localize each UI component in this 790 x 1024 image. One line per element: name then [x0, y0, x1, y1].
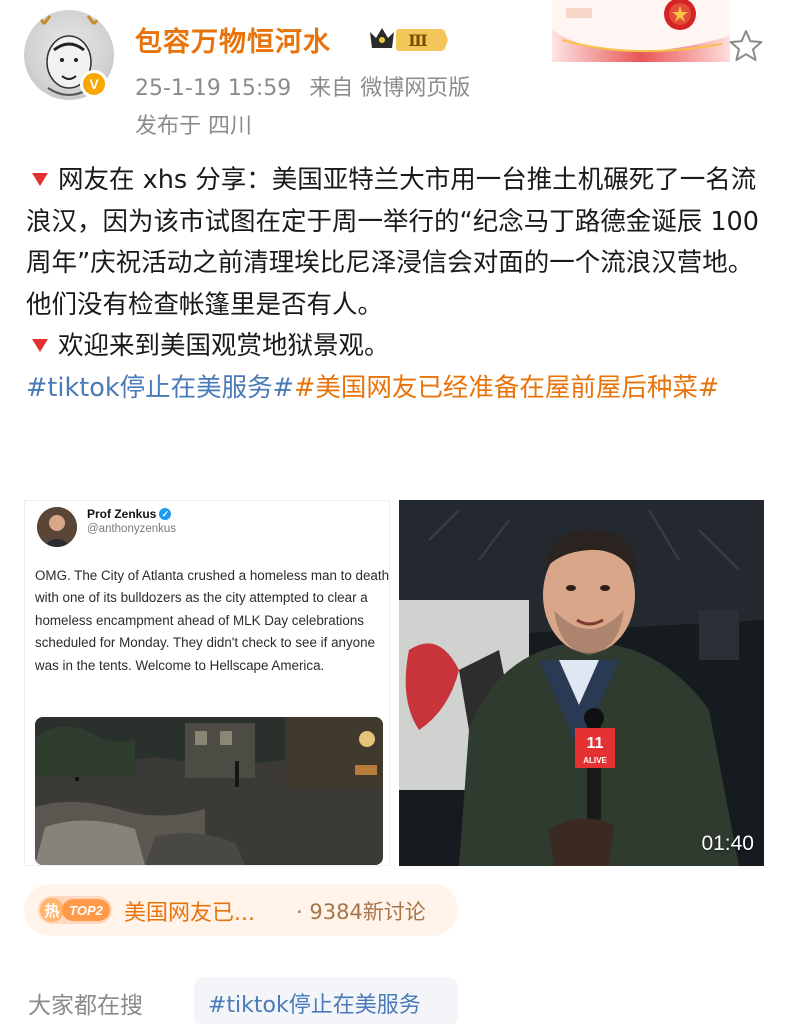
- tweet-text: OMG. The City of Atlanta crushed a homel…: [35, 568, 390, 673]
- author-name[interactable]: 包容万物恒河水: [135, 20, 331, 59]
- tweet-author-name: Prof Zenkus ✓: [87, 507, 172, 521]
- red-triangle-bullet-icon: [32, 339, 48, 352]
- post-timestamp: 25-1-19 15:59: [135, 76, 292, 101]
- hot-topic-pill[interactable]: 热 TOP2 美国网友已... · 9384新讨论: [24, 884, 458, 936]
- rank-label: TOP2: [69, 903, 103, 918]
- verified-check-icon: ✓: [159, 508, 172, 520]
- hashtag-link-garden[interactable]: #美国网友已经准备在屋前屋后种菜#: [294, 373, 719, 403]
- post-source: 来自 微博网页版: [309, 76, 471, 101]
- news-video-thumbnail[interactable]: 11 ALIVE 01:40: [399, 500, 764, 866]
- red-triangle-bullet-icon: [32, 173, 48, 186]
- tweet-handle: @anthonyzenkus: [87, 523, 177, 535]
- trending-search-chip[interactable]: #tiktok停止在美服务: [194, 977, 458, 1024]
- level-crown-icon: Ⅲ: [370, 28, 448, 51]
- post-paragraph-1: 网友在 xhs 分享：美国亚特兰大市用一台推土机碾死了一名流浪汉，因为该市试图在…: [26, 165, 759, 320]
- post-paragraph-2: 欢迎来到美国观赏地狱景观。: [58, 331, 390, 361]
- decorative-banner-icon: [552, 0, 730, 62]
- hot-topic-count: · 9384新讨论: [296, 900, 426, 924]
- post-header: V 包容万物恒河水 Ⅲ 25-1-19 15:59 来自 微博网页版 发布于 四川: [0, 0, 790, 150]
- post-meta: 25-1-19 15:59 来自 微博网页版: [135, 70, 470, 102]
- hot-top-rank-icon: 热 TOP2: [38, 896, 112, 924]
- verified-badge: V: [80, 70, 108, 98]
- tweet-scene-photo: [35, 717, 383, 865]
- tweet-screenshot-image[interactable]: Prof Zenkus ✓ @anthonyzenkus OMG. The Cit…: [24, 500, 390, 866]
- mic-flag-label: ALIVE: [583, 756, 607, 765]
- hot-label: 热: [44, 902, 59, 920]
- mic-flag-logo: 11: [587, 735, 604, 752]
- reporter-scene-image: 11 ALIVE: [399, 500, 764, 866]
- tweet-avatar: [37, 507, 77, 547]
- trending-search-chip-label: #tiktok停止在美服务: [208, 993, 421, 1018]
- post-location: 发布于 四川: [135, 114, 252, 139]
- hot-topic-title: 美国网友已...: [124, 901, 255, 926]
- favorite-star-icon[interactable]: [728, 28, 764, 64]
- trending-search-label: 大家都在搜: [28, 993, 143, 1019]
- video-duration: 01:40: [701, 832, 754, 855]
- level-value: Ⅲ: [408, 31, 427, 50]
- post-body: 网友在 xhs 分享：美国亚特兰大市用一台推土机碾死了一名流浪汉，因为该市试图在…: [26, 160, 766, 409]
- hashtag-link-tiktok[interactable]: #tiktok停止在美服务#: [26, 373, 294, 403]
